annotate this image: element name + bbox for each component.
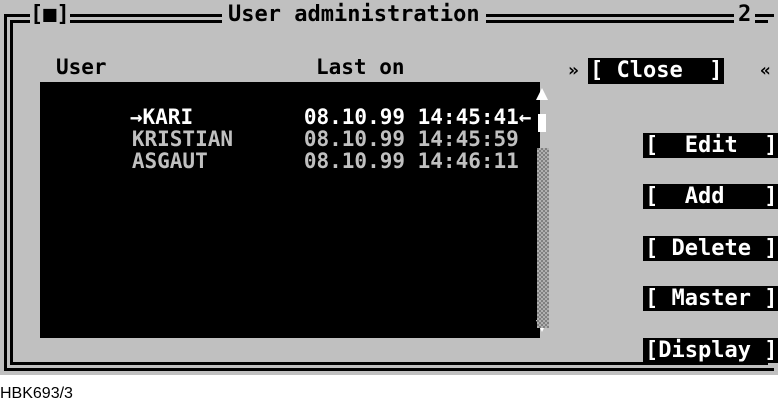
- delete-button[interactable]: [ Delete ]: [588, 210, 778, 261]
- window-title: User administration: [222, 4, 486, 26]
- window-number: 2: [734, 4, 756, 26]
- list-item[interactable]: KRISTIAN: [56, 106, 233, 150]
- add-button[interactable]: [ Add ]: [588, 158, 778, 209]
- add-button-label: [ Add ]: [642, 184, 778, 209]
- frame-left-inner: [10, 20, 13, 365]
- edit-button[interactable]: [ Edit ]: [588, 107, 778, 158]
- user-administration-window: [■] User administration 2 User Last on →…: [0, 0, 778, 375]
- display-button[interactable]: [Display ]: [588, 312, 778, 363]
- list-item-last-on: 08.10.99 14:46:11: [228, 128, 519, 172]
- list-item[interactable]: →KARI: [54, 84, 193, 128]
- focus-right-marker: «: [760, 60, 771, 81]
- last-on-value: 08.10.99 14:46:11: [303, 149, 519, 173]
- close-button[interactable]: [ Close ]: [588, 58, 725, 84]
- scroll-thumb[interactable]: [538, 114, 546, 132]
- user-name: ASGAUT: [131, 149, 208, 173]
- frame-bottom-outer: [4, 368, 774, 371]
- delete-button-label: [ Delete ]: [642, 236, 778, 261]
- frame-left-outer: [4, 14, 7, 371]
- list-item[interactable]: ASGAUT: [56, 128, 208, 172]
- list-item-last-on: 08.10.99 14:45:41←: [228, 84, 532, 128]
- display-button-label: [Display ]: [642, 338, 778, 363]
- edit-button-label: [ Edit ]: [642, 133, 778, 158]
- control-box[interactable]: [■]: [30, 4, 70, 26]
- scroll-track[interactable]: [537, 148, 549, 328]
- user-list[interactable]: →KARI 08.10.99 14:45:41← KRISTIAN 08.10.…: [40, 82, 540, 338]
- master-button[interactable]: [ Master ]: [588, 260, 778, 311]
- selected-left-arrow-icon: ←: [518, 105, 532, 129]
- master-button-label: [ Master ]: [642, 286, 778, 311]
- list-item-last-on: 08.10.99 14:45:59: [228, 106, 519, 150]
- scroll-up-icon[interactable]: [536, 88, 548, 100]
- focus-left-marker: »: [568, 60, 579, 81]
- column-header-last-on: Last on: [316, 55, 405, 79]
- figure-caption: HBK693/3: [0, 385, 73, 402]
- column-header-user: User: [56, 55, 107, 79]
